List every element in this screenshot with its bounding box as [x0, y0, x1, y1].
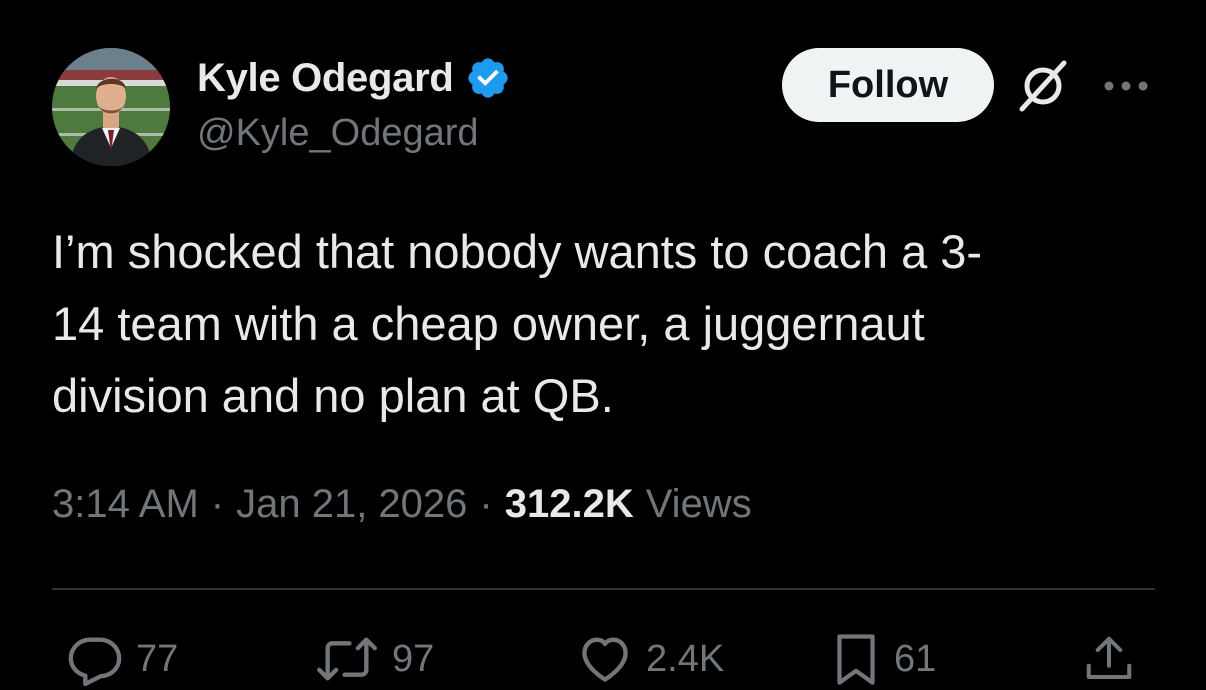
avatar-image [52, 48, 170, 166]
meta-separator: · [479, 482, 493, 526]
reply-icon [68, 637, 122, 687]
tweet-time[interactable]: 3:14 AM [52, 482, 199, 527]
share-button[interactable] [1082, 628, 1136, 690]
avatar[interactable] [52, 48, 170, 166]
views-label: Views [645, 482, 752, 526]
like-button[interactable]: 2.4K [576, 628, 724, 690]
bookmark-count: 61 [894, 637, 937, 680]
bookmark-button[interactable]: 61 [830, 628, 936, 690]
tweet-date[interactable]: Jan 21, 2026 [236, 482, 467, 527]
repost-button[interactable]: 97 [314, 628, 434, 690]
repost-icon [317, 637, 377, 681]
tweet-text: I’m shocked that nobody wants to coach a… [52, 225, 983, 422]
reply-count: 77 [136, 637, 179, 680]
verified-badge-icon [465, 55, 511, 101]
like-count: 2.4K [646, 637, 725, 680]
repost-count: 97 [392, 637, 435, 680]
divider [52, 588, 1155, 590]
author-handle[interactable]: @Kyle_Odegard [197, 112, 479, 155]
reply-button[interactable]: 77 [66, 628, 178, 690]
bookmark-icon [837, 634, 875, 685]
more-options-icon[interactable] [1100, 74, 1152, 98]
meta-separator: · [210, 482, 225, 526]
grok-icon[interactable] [1014, 57, 1072, 115]
share-icon [1086, 636, 1132, 680]
tweet-meta: 3:14 AM · Jan 21, 2026 · 312.2K Views [52, 482, 752, 527]
tweet-card: Kyle Odegard @Kyle_Odegard Follow I’m sh… [0, 0, 1206, 688]
heart-icon [582, 637, 628, 682]
follow-button[interactable]: Follow [782, 48, 994, 122]
author-name-row: Kyle Odegard [197, 54, 511, 102]
views-count: 312.2K [504, 482, 634, 526]
author-display-name[interactable]: Kyle Odegard [197, 56, 454, 101]
